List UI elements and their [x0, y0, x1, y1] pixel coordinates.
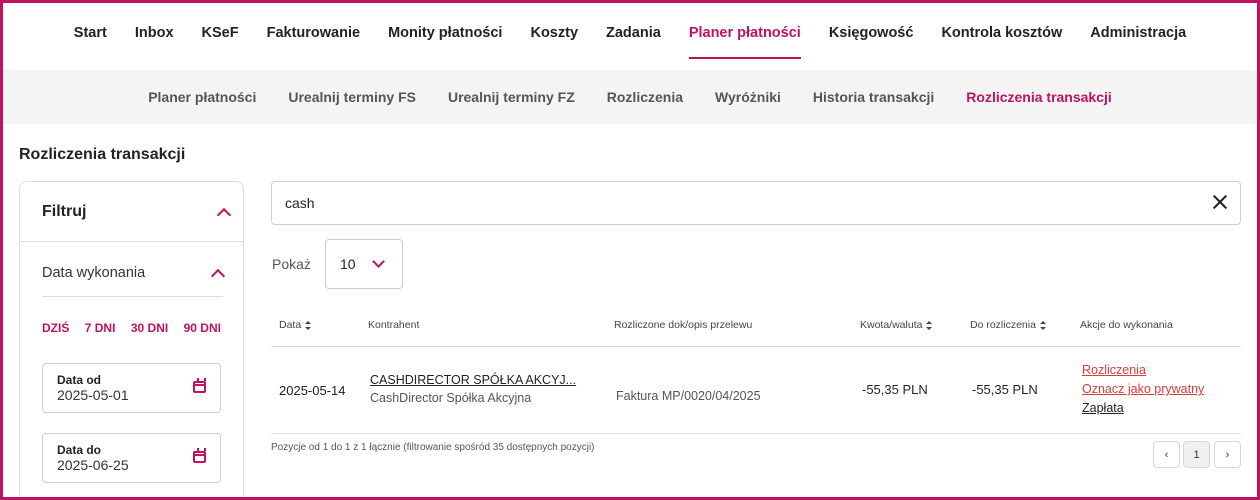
column-header-docs-label: Rozliczone dok/opis przelewu	[614, 319, 753, 331]
pagination-info: Pozycje od 1 do 1 z 1 łącznie (filtrowan…	[271, 442, 595, 453]
column-header-date[interactable]: Data	[279, 319, 312, 331]
row-to-settle: -55,35 PLN	[972, 382, 1038, 397]
action-rozliczenia-link[interactable]: Rozliczenia	[1082, 363, 1146, 377]
column-header-to-settle[interactable]: Do rozliczenia	[970, 319, 1046, 331]
row-contractor-name: CashDirector Spółka Akcyjna	[370, 391, 532, 405]
subnav-wyrozniki[interactable]: Wyróżniki	[715, 89, 781, 105]
action-mark-private-link[interactable]: Oznacz jako prywatny	[1082, 382, 1204, 396]
date-to-value[interactable]: 2025-06-25	[57, 457, 206, 473]
chevron-down-icon	[372, 255, 385, 268]
quick-range-30-days[interactable]: 30 DNI	[131, 321, 168, 335]
page-title: Rozliczenia transakcji	[19, 146, 186, 163]
table-header-divider	[271, 346, 1241, 347]
date-from-label: Data od	[57, 373, 102, 387]
quick-range-90-days[interactable]: 90 DNI	[184, 321, 221, 335]
nav-ksef[interactable]: KSeF	[202, 5, 239, 61]
subnav-urealnij-fs[interactable]: Urealnij terminy FS	[288, 89, 416, 105]
chevron-up-icon[interactable]	[216, 207, 232, 222]
search-box	[271, 181, 1241, 225]
nav-start[interactable]: Start	[74, 5, 107, 61]
filter-header[interactable]: Filtruj	[20, 182, 243, 242]
sub-navigation: Planer płatności Urealnij terminy FS Ure…	[3, 70, 1257, 124]
column-header-amount[interactable]: Kwota/waluta	[860, 319, 933, 331]
nav-koszty[interactable]: Koszty	[530, 5, 578, 61]
date-from-field[interactable]: Data od 2025-05-01	[42, 363, 221, 413]
pager-prev-button[interactable]: ‹	[1153, 441, 1180, 468]
nav-fakturowanie[interactable]: Fakturowanie	[267, 5, 360, 61]
column-header-actions: Akcje do wykonania	[1080, 319, 1173, 331]
date-section-header[interactable]: Data wykonania	[42, 242, 226, 297]
table-row-divider	[271, 433, 1241, 434]
action-payment-link[interactable]: Zapłata	[1082, 401, 1124, 415]
date-section-title: Data wykonania	[42, 265, 146, 281]
subnav-rozliczenia[interactable]: Rozliczenia	[607, 89, 683, 105]
quick-range-7-days[interactable]: 7 DNI	[85, 321, 116, 335]
pager-next-button[interactable]: ›	[1214, 441, 1241, 468]
sort-icon[interactable]	[305, 320, 312, 330]
date-from-value[interactable]: 2025-05-01	[57, 387, 206, 403]
column-header-contractor: Kontrahent	[368, 319, 419, 331]
column-header-contractor-label: Kontrahent	[368, 319, 420, 331]
column-header-to-settle-label: Do rozliczenia	[970, 319, 1036, 331]
column-header-docs: Rozliczone dok/opis przelewu	[614, 319, 752, 331]
nav-ksiegowosc[interactable]: Księgowość	[829, 5, 914, 61]
nav-monity-platnosci[interactable]: Monity płatności	[388, 5, 502, 61]
chevron-up-icon[interactable]	[210, 268, 226, 284]
nav-administracja[interactable]: Administracja	[1090, 5, 1186, 61]
row-date: 2025-05-14	[279, 383, 346, 398]
nav-inbox[interactable]: Inbox	[135, 5, 174, 61]
sort-icon[interactable]	[926, 320, 933, 330]
page-size-value: 10	[340, 256, 356, 272]
sort-icon[interactable]	[1039, 320, 1046, 330]
filter-title: Filtruj	[42, 202, 87, 220]
date-to-field[interactable]: Data do 2025-06-25	[42, 433, 221, 483]
subnav-rozliczenia-transakcji[interactable]: Rozliczenia transakcji	[966, 89, 1112, 105]
filter-panel: Filtruj Data wykonania DZIŚ 7 DNI 30 DNI…	[19, 181, 244, 500]
nav-zadania[interactable]: Zadania	[606, 5, 661, 61]
page-size-label: Pokaż	[272, 256, 311, 272]
page-size-select[interactable]: 10	[325, 239, 403, 289]
column-header-date-label: Data	[279, 319, 302, 331]
row-document: Faktura MP/0020/04/2025	[616, 389, 761, 403]
pager-page-button[interactable]: 1	[1183, 441, 1210, 468]
top-navigation: Start Inbox KSeF Fakturowanie Monity pła…	[0, 0, 1260, 66]
column-header-actions-label: Akcje do wykonania	[1080, 319, 1173, 331]
date-to-label: Data do	[57, 443, 102, 457]
row-contractor-link[interactable]: CASHDIRECTOR SPÓŁKA AKCYJ...	[370, 373, 576, 387]
calendar-icon[interactable]	[193, 448, 206, 463]
calendar-icon[interactable]	[193, 378, 206, 393]
nav-planer-platnosci[interactable]: Planer płatności	[688, 5, 801, 61]
quick-date-ranges: DZIŚ 7 DNI 30 DNI 90 DNI	[42, 321, 221, 335]
quick-range-today[interactable]: DZIŚ	[42, 321, 69, 335]
clear-search-icon[interactable]	[1210, 192, 1230, 212]
nav-kontrola-kosztow[interactable]: Kontrola kosztów	[941, 5, 1062, 61]
column-header-amount-label: Kwota/waluta	[860, 319, 923, 331]
subnav-historia-transakcji[interactable]: Historia transakcji	[813, 89, 934, 105]
row-amount: -55,35 PLN	[862, 382, 928, 397]
search-input[interactable]	[272, 182, 1172, 224]
subnav-urealnij-fz[interactable]: Urealnij terminy FZ	[448, 89, 575, 105]
subnav-planer-platnosci[interactable]: Planer płatności	[148, 89, 256, 105]
